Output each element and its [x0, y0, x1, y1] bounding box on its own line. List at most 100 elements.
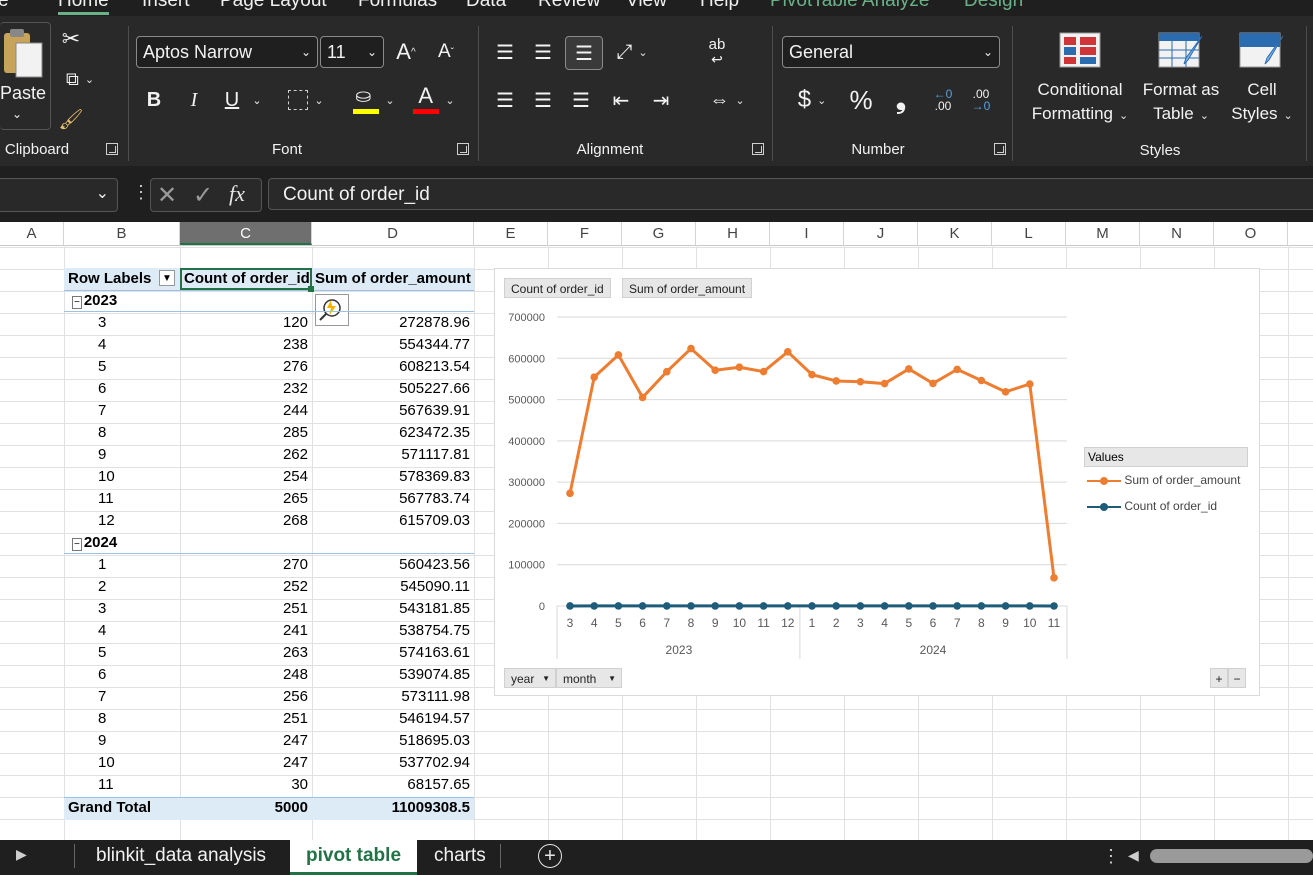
- pivot-count-cell[interactable]: 244: [180, 402, 308, 419]
- pivot-count-cell[interactable]: 254: [180, 468, 308, 485]
- font-launcher-icon[interactable]: [457, 143, 469, 155]
- pivot-sum-cell[interactable]: 545090.11: [312, 578, 470, 595]
- add-sheet-icon[interactable]: +: [538, 844, 562, 868]
- fill-color-button[interactable]: ⛀ ⌄: [348, 82, 400, 118]
- pivot-sum-cell[interactable]: 539074.85: [312, 666, 470, 683]
- sheet-tab-pivot-table[interactable]: pivot table: [290, 840, 418, 875]
- merge-center-button[interactable]: ⇔ ⌄: [700, 84, 754, 116]
- tab-formulas[interactable]: Formulas: [358, 0, 437, 12]
- underline-button[interactable]: U: [218, 84, 246, 116]
- pivot-count-cell[interactable]: 238: [180, 336, 308, 353]
- font-color-button[interactable]: A ⌄: [408, 82, 460, 118]
- axis-field-year-button[interactable]: year ▼: [504, 668, 556, 688]
- scroll-left-icon[interactable]: ◀: [1128, 847, 1139, 864]
- pivot-month-label[interactable]: 4: [98, 336, 106, 353]
- pivot-month-label[interactable]: 7: [98, 402, 106, 419]
- pivot-count-cell[interactable]: 251: [180, 600, 308, 617]
- pivot-sum-header[interactable]: Sum of order_amount: [315, 270, 471, 287]
- pivot-count-header[interactable]: Count of order_id: [180, 268, 312, 290]
- pivot-sum-cell[interactable]: 608213.54: [312, 358, 470, 375]
- align-center-icon[interactable]: ☰: [528, 84, 558, 116]
- format-as-table-button[interactable]: Format as Table ⌄: [1136, 28, 1226, 138]
- pivot-month-label[interactable]: 6: [98, 380, 106, 397]
- pivot-month-label[interactable]: 10: [98, 468, 115, 485]
- pivot-month-label[interactable]: 11: [98, 776, 114, 793]
- copy-icon[interactable]: ⧉ ⌄: [56, 64, 104, 94]
- pivot-count-cell[interactable]: 270: [180, 556, 308, 573]
- column-header-f[interactable]: F: [548, 222, 622, 245]
- sheet-tab-blinkit-data-analysis[interactable]: blinkit_data analysis: [80, 840, 282, 872]
- pivot-sum-cell[interactable]: 623472.35: [312, 424, 470, 441]
- tab-file[interactable]: File: [0, 0, 9, 12]
- wrap-text-button[interactable]: ab ↩: [700, 34, 734, 70]
- pivot-count-cell[interactable]: 247: [180, 754, 308, 771]
- sheet-tab-charts[interactable]: charts: [418, 840, 502, 872]
- font-size-select[interactable]: 11 ⌄: [320, 36, 384, 68]
- column-header-k[interactable]: K: [918, 222, 992, 245]
- pivot-count-cell[interactable]: 241: [180, 622, 308, 639]
- tab-home[interactable]: Home: [58, 0, 109, 15]
- legend-item-sum[interactable]: Sum of order_amount: [1087, 473, 1240, 487]
- font-name-select[interactable]: Aptos Narrow ⌄: [136, 36, 318, 68]
- paste-button[interactable]: Paste ⌄: [0, 22, 51, 130]
- pivot-month-label[interactable]: 5: [98, 358, 106, 375]
- scroll-right-icon[interactable]: ▶: [16, 846, 27, 863]
- tab-help[interactable]: Help: [700, 0, 739, 12]
- cell-styles-button[interactable]: Cell Styles ⌄: [1226, 28, 1298, 138]
- pivot-sum-cell[interactable]: 543181.85: [312, 600, 470, 617]
- increase-indent-icon[interactable]: ⇥: [646, 84, 676, 116]
- legend-item-count[interactable]: Count of order_id: [1087, 499, 1217, 513]
- collapse-icon[interactable]: −: [72, 296, 82, 309]
- collapse-field-button[interactable]: −: [1228, 668, 1246, 688]
- collapse-icon[interactable]: −: [72, 538, 82, 551]
- column-header-h[interactable]: H: [696, 222, 770, 245]
- tab-view[interactable]: View: [626, 0, 667, 12]
- column-header-e[interactable]: E: [474, 222, 548, 245]
- pivot-month-label[interactable]: 10: [98, 754, 115, 771]
- more-options-icon[interactable]: ⋮: [1102, 846, 1120, 867]
- pivot-sum-cell[interactable]: 554344.77: [312, 336, 470, 353]
- tab-review[interactable]: Review: [538, 0, 600, 12]
- pivot-sum-cell[interactable]: 560423.56: [312, 556, 470, 573]
- align-middle-icon[interactable]: ☰: [528, 36, 558, 68]
- conditional-formatting-button[interactable]: Conditional Formatting ⌄: [1026, 28, 1134, 138]
- pivot-month-label[interactable]: 12: [98, 512, 115, 529]
- align-left-icon[interactable]: ☰: [490, 84, 520, 116]
- column-header-j[interactable]: J: [844, 222, 918, 245]
- pivot-month-label[interactable]: 6: [98, 666, 106, 683]
- pivot-count-cell[interactable]: 232: [180, 380, 308, 397]
- pivot-sum-cell[interactable]: 574163.61: [312, 644, 470, 661]
- increase-decimal-button[interactable]: ←0.00: [928, 84, 958, 116]
- pivot-sum-cell[interactable]: 272878.96: [312, 314, 470, 331]
- more-options-icon[interactable]: ⋮: [132, 182, 150, 203]
- name-box[interactable]: ⌄: [0, 178, 118, 212]
- format-painter-icon[interactable]: 🖌: [56, 104, 86, 134]
- filter-dropdown-icon[interactable]: ▼: [159, 270, 175, 286]
- clipboard-launcher-icon[interactable]: [106, 143, 118, 155]
- grow-font-button[interactable]: A ^: [392, 36, 420, 68]
- align-bottom-icon[interactable]: ☰: [565, 36, 603, 70]
- year-group-2024[interactable]: −2024: [72, 534, 117, 551]
- pivot-count-cell[interactable]: 247: [180, 732, 308, 749]
- borders-button[interactable]: ⌄: [282, 84, 330, 116]
- alignment-launcher-icon[interactable]: [752, 143, 764, 155]
- column-header-l[interactable]: L: [992, 222, 1066, 245]
- decrease-indent-icon[interactable]: ⇤: [606, 84, 636, 116]
- pivot-month-label[interactable]: 9: [98, 446, 106, 463]
- tab-data[interactable]: Data: [466, 0, 506, 12]
- comma-style-button[interactable]: ❟: [886, 84, 916, 116]
- pivot-sum-cell[interactable]: 68157.65: [312, 776, 470, 793]
- column-header-a[interactable]: A: [0, 222, 64, 245]
- decrease-decimal-button[interactable]: .00 →0: [966, 84, 996, 116]
- bold-button[interactable]: B: [140, 84, 168, 116]
- pivot-sum-cell[interactable]: 567639.91: [312, 402, 470, 419]
- expand-field-button[interactable]: +: [1210, 668, 1228, 688]
- column-header-o[interactable]: O: [1214, 222, 1288, 245]
- year-group-2023[interactable]: −2023: [72, 292, 117, 309]
- cancel-icon[interactable]: ✕: [157, 181, 177, 210]
- pivot-count-cell[interactable]: 120: [180, 314, 308, 331]
- pivot-sum-cell[interactable]: 505227.66: [312, 380, 470, 397]
- pivot-month-label[interactable]: 2: [98, 578, 106, 595]
- pivot-count-cell[interactable]: 256: [180, 688, 308, 705]
- pivot-count-cell[interactable]: 265: [180, 490, 308, 507]
